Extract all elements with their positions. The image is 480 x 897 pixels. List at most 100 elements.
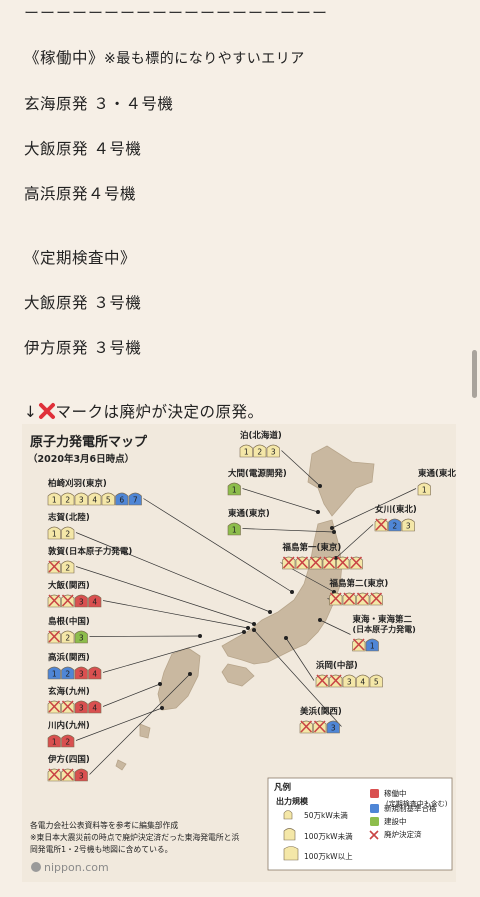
reactor-unit-number: 1 <box>370 642 375 651</box>
plant-location-dot <box>268 610 272 614</box>
operating-item: 大飯原発 ４号機 <box>24 140 142 158</box>
reactor-unit-number: 4 <box>92 496 97 505</box>
reactor-unit-number: 4 <box>92 598 97 607</box>
reactor-unit-number: 1 <box>52 530 57 539</box>
plant-location-dot <box>316 510 320 514</box>
reactor-unit-number: 6 <box>119 496 124 505</box>
map-date: （2020年3月6日時点） <box>28 453 134 465</box>
reactor-unit-number: 1 <box>52 496 57 505</box>
legend-size-icon <box>283 846 299 861</box>
plant-location-dot <box>318 484 322 488</box>
plant-name: 玄海(九州) <box>48 686 90 697</box>
down-arrow: ↓ <box>24 403 38 421</box>
plant-location-dot <box>188 672 192 676</box>
map-source: nippon.com <box>44 861 109 874</box>
reactor-unit-number: 2 <box>65 564 70 573</box>
plant-name: 浜岡(中部) <box>316 660 358 671</box>
plant-name: 川内(九州) <box>47 720 90 731</box>
scrollbar-thumb[interactable] <box>472 350 477 398</box>
reactor-unit-number: 3 <box>79 772 84 781</box>
reactor-unit-number: 7 <box>133 496 138 505</box>
reactor-unit-number: 5 <box>106 496 111 505</box>
legend-output-title: 出力規模 <box>276 796 309 806</box>
legend-status-label: 稼働中 <box>384 788 407 798</box>
legend-line-text: マークは廃炉が決定の原発。 <box>55 403 264 421</box>
map-footnote: 各電力会社公表資料等を参考に編集部作成 <box>30 820 178 830</box>
reactor-unit-number: 4 <box>92 704 97 713</box>
plant-name: 高浜(関西) <box>48 652 90 663</box>
plant-name: 敦賀(日本原子力発電) <box>48 546 132 557</box>
legend-line: ↓ マークは廃炉が決定の原発。 <box>24 400 264 422</box>
legend-status-label: 廃炉決定済 <box>384 829 422 839</box>
reactor-unit-number: 3 <box>79 670 84 679</box>
plant-location-dot <box>318 618 322 622</box>
legend-status-swatch <box>370 817 379 826</box>
reactor-unit-number: 3 <box>347 678 352 687</box>
plant-location-dot <box>160 706 164 710</box>
reactor-unit-number: 2 <box>65 530 70 539</box>
reactor-unit-number: 2 <box>65 738 70 747</box>
plant-name: 美浜(関西) <box>300 706 342 717</box>
plant-name: 福島第一(東京) <box>282 542 342 553</box>
plant-name: 東海・東海第二 <box>353 614 413 625</box>
operating-item: 玄海原発 ３・４号機 <box>24 95 174 113</box>
reactor-unit-number: 3 <box>331 724 336 733</box>
leader-line <box>102 600 249 629</box>
operating-heading-line: 《稼働中》※最も標的になりやすいエリア <box>24 46 305 68</box>
plant-location-dot <box>242 630 246 634</box>
map-footnote: ※東日本大震災前の時点で廃炉決定済だった東海発電所と浜 <box>30 832 239 842</box>
plant-name: 福島第二(東京) <box>329 578 389 589</box>
plant-location-dot <box>284 636 288 640</box>
nippon-logo-icon <box>31 862 41 872</box>
plant-name-sub: (日本原子力発電) <box>353 624 416 634</box>
operating-note: ※最も標的になりやすいエリア <box>104 51 305 67</box>
legend-status-swatch <box>370 804 379 813</box>
reactor-unit-number: 3 <box>79 634 84 643</box>
operating-item: 高浜原発４号機 <box>24 185 137 203</box>
plant-location-dot <box>330 526 334 530</box>
plant-name: 東通(東京) <box>228 508 270 519</box>
inspection-item: 伊方原発 ３号機 <box>24 339 142 357</box>
reactor-unit-number: 3 <box>271 448 276 457</box>
plant-name: 志賀(北陸) <box>48 512 90 523</box>
leader-line <box>75 566 255 625</box>
reactor-unit-number: 2 <box>65 670 70 679</box>
legend-size-label: 100万kW以上 <box>304 852 353 861</box>
map-title: 原子力発電所マップ <box>30 434 148 450</box>
reactor-unit-number: 1 <box>244 448 249 457</box>
reactor-unit-number: 4 <box>92 670 97 679</box>
legend-status-swatch <box>370 789 379 798</box>
legend-size-label: 50万kW未満 <box>304 810 348 820</box>
plant-location-dot <box>158 682 162 686</box>
plant-name: 伊方(四国) <box>47 754 90 765</box>
inspection-heading: 《定期検査中》 <box>24 249 137 267</box>
legend-title: 凡例 <box>274 782 292 793</box>
reactor-unit-number: 3 <box>79 704 84 713</box>
reactor-unit-number: 1 <box>232 486 237 495</box>
plant-name: 女川(東北) <box>375 504 417 515</box>
reactor-unit-number: 1 <box>52 670 57 679</box>
plant-location-dot <box>332 530 336 534</box>
plant-name: 東通(東北) <box>418 468 456 479</box>
leader-line <box>102 683 161 707</box>
leader-line <box>319 619 351 635</box>
plant-name: 泊(北海道) <box>240 430 282 441</box>
reactor-unit-number: 1 <box>232 526 237 535</box>
reactor-unit-number: 2 <box>257 448 262 457</box>
reactor-unit-number: 2 <box>392 522 397 531</box>
plant-name: 島根(中国) <box>48 616 90 627</box>
legend-size-label: 100万kW未満 <box>304 831 353 841</box>
leader-line <box>89 635 201 637</box>
leader-line <box>89 673 191 775</box>
legend-status-label: 新規制基準合格 <box>384 803 437 813</box>
plant-location-dot <box>252 622 256 626</box>
reactor-unit-number: 5 <box>374 678 379 687</box>
divider-line: ーーーーーーーーーーーーーーーーーーー <box>24 4 329 22</box>
reactor-unit-number: 1 <box>422 486 427 495</box>
plant-name: 柏崎刈羽(東京) <box>48 478 107 489</box>
reactor-unit-number: 3 <box>79 496 84 505</box>
inspection-item: 大飯原発 ３号機 <box>24 294 142 312</box>
legend-status-label: 建設中 <box>384 816 407 826</box>
nuclear-plant-map-image: 原子力発電所マップ （2020年3月6日時点） 泊(北海道) 1 2 3 大間(電源開発) 1… <box>22 424 456 882</box>
plant-location-dot <box>252 628 256 632</box>
